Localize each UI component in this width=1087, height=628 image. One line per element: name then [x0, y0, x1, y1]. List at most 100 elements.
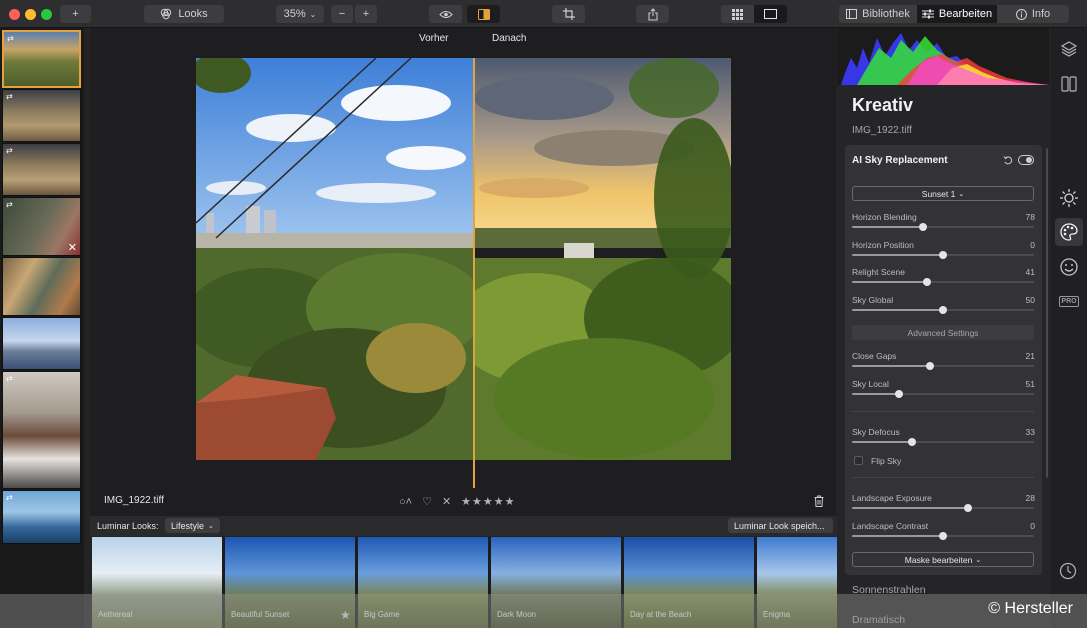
slider-knob[interactable]	[926, 362, 935, 370]
rating-controls: ○˄ ♡ ✕ ★★★★★	[399, 495, 515, 509]
slider-knob[interactable]	[964, 504, 973, 512]
slider-track[interactable]	[852, 389, 1034, 398]
eye-icon	[438, 10, 453, 18]
color-label-icon[interactable]: ○˄	[399, 496, 412, 508]
zoom-in-button[interactable]: +	[355, 5, 377, 23]
slider-fill	[852, 507, 969, 509]
grid-icon	[732, 8, 743, 20]
tab-bibliothek[interactable]: Bibliothek	[839, 5, 917, 23]
advanced-settings-header[interactable]: Advanced Settings	[852, 325, 1034, 340]
slider-track[interactable]	[852, 438, 1034, 446]
filmstrip-thumb[interactable]: ⇄	[2, 143, 81, 196]
sky-select[interactable]: Sunset 1 ⌄	[852, 186, 1034, 201]
filmstrip-thumb[interactable]: ⇄ ✕	[2, 197, 81, 256]
zoom-value: 35%	[283, 8, 306, 20]
slider-fill	[852, 281, 927, 283]
single-image-icon	[764, 9, 777, 19]
sky-select-value: Sunset 1	[921, 188, 956, 199]
filmstrip-thumb[interactable]: ⇄	[2, 89, 81, 142]
slider-track[interactable]	[852, 362, 1034, 370]
library-icon	[846, 9, 858, 19]
slider-track[interactable]	[852, 278, 1034, 286]
looks-title: Luminar Looks:	[97, 521, 159, 531]
flip-sky-label: Flip Sky	[871, 456, 902, 466]
slider-knob[interactable]	[939, 305, 947, 314]
chevron-down-icon: ⌄	[975, 556, 982, 564]
slider-track[interactable]	[852, 250, 1034, 259]
slider-value: 0	[1030, 239, 1035, 250]
reset-icon[interactable]	[1003, 155, 1013, 165]
slider-track[interactable]	[852, 305, 1034, 314]
crop-button[interactable]	[552, 5, 585, 23]
edited-badge-icon: ⇄	[6, 374, 13, 383]
slider-knob[interactable]	[918, 223, 927, 231]
toggle-icon[interactable]	[1018, 155, 1034, 165]
minimize-window-button[interactable]	[25, 9, 36, 20]
slider-value: 41	[1025, 267, 1035, 277]
filmstrip-thumb[interactable]: ⇄	[2, 371, 81, 489]
canvas-icon[interactable]	[1060, 75, 1078, 93]
slider-label: Sky Global	[852, 294, 894, 305]
slider-knob[interactable]	[922, 278, 931, 286]
save-look-label: Luminar Look speich...	[734, 520, 825, 531]
slider-knob[interactable]	[939, 250, 947, 259]
looks-icon	[161, 8, 172, 20]
slider-value: 28	[1025, 493, 1035, 503]
history-clock-icon[interactable]	[1059, 562, 1077, 580]
sliders-icon	[921, 9, 934, 19]
image-canvas: Vorher Danach	[90, 28, 836, 516]
filmstrip-thumb[interactable]: ⇄	[2, 30, 81, 88]
zoom-window-button[interactable]	[41, 9, 52, 20]
portrait-face-icon[interactable]	[1059, 257, 1079, 277]
after-label: Danach	[492, 33, 527, 44]
share-button[interactable]	[636, 5, 669, 23]
preview-toggle-button[interactable]	[429, 5, 462, 23]
filmstrip-thumb[interactable]	[2, 317, 81, 370]
slider-label: Horizon Blending	[852, 212, 917, 222]
heart-icon[interactable]: ♡	[422, 495, 432, 508]
tool-category-rail: PRO	[1051, 28, 1087, 628]
slider-knob[interactable]	[939, 531, 947, 540]
after-image	[474, 58, 731, 460]
single-view-button[interactable]	[754, 5, 787, 23]
layers-icon[interactable]	[1060, 40, 1078, 58]
slider-fill	[852, 534, 943, 537]
slider-track[interactable]	[852, 531, 1034, 540]
panel-scrollbar[interactable]	[1046, 148, 1048, 478]
flip-sky-checkbox[interactable]	[854, 456, 863, 465]
star-rating[interactable]: ★★★★★	[461, 495, 515, 508]
slider-knob[interactable]	[908, 438, 917, 446]
tab-info[interactable]: Info	[997, 5, 1069, 23]
add-photos-button[interactable]: +	[60, 5, 91, 23]
trash-icon[interactable]	[814, 495, 824, 507]
slider-track[interactable]	[852, 504, 1034, 512]
filmstrip-thumb[interactable]: ⇄	[2, 490, 81, 544]
pro-icon[interactable]: PRO	[1059, 296, 1079, 307]
compare-divider-handle[interactable]	[473, 58, 475, 490]
reject-icon[interactable]: ✕	[442, 495, 451, 508]
looks-category-select[interactable]: Lifestyle ⌄	[165, 518, 220, 533]
creative-category-button[interactable]	[1055, 218, 1083, 246]
crop-icon	[562, 8, 575, 20]
tab-bearbeiten[interactable]: Bearbeiten	[917, 5, 997, 23]
chevron-down-icon: ⌄	[208, 522, 214, 530]
slider-value: 50	[1025, 294, 1035, 305]
share-icon	[648, 7, 657, 20]
slider-knob[interactable]	[895, 389, 904, 398]
zoom-out-button[interactable]: −	[331, 5, 353, 23]
slider-label: Landscape Contrast	[852, 520, 929, 531]
compare-button[interactable]	[467, 5, 500, 23]
edit-mask-button[interactable]: Maske bearbeiten ⌄	[852, 552, 1034, 567]
mode-tabs: Bibliothek Bearbeiten Info	[839, 5, 1069, 23]
looks-button[interactable]: Looks	[144, 5, 224, 23]
sun-icon[interactable]	[1059, 188, 1079, 208]
slider-track[interactable]	[852, 223, 1034, 231]
zoom-in-label: +	[362, 8, 370, 20]
zoom-select[interactable]: 35% ⌄	[276, 5, 324, 23]
slider-label: Relight Scene	[852, 267, 905, 277]
grid-view-button[interactable]	[721, 5, 754, 23]
before-image	[196, 58, 473, 460]
filmstrip-thumb[interactable]	[2, 257, 81, 316]
save-look-button[interactable]: Luminar Look speich...	[728, 518, 833, 533]
close-window-button[interactable]	[9, 9, 20, 20]
